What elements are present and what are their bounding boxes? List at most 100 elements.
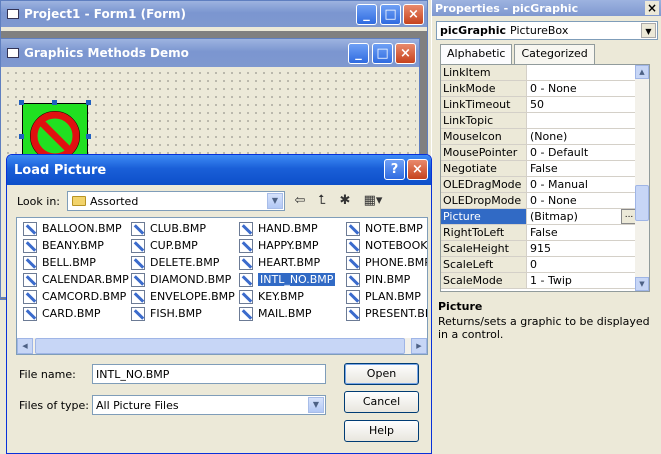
resize-handle[interactable]	[86, 100, 91, 105]
file-list[interactable]: BALLOON.BMP BEANY.BMP BELL.BMP CALENDAR.BMP…	[16, 217, 428, 355]
back-arrow-icon[interactable]: ⇦	[290, 192, 310, 210]
file-type-combo[interactable]: All Picture Files ▼	[92, 395, 326, 415]
property-row[interactable]: ScaleLeft 0	[441, 257, 637, 273]
minimize-button[interactable]: _	[356, 4, 377, 25]
file-item[interactable]: FISH.BMP	[131, 305, 237, 322]
file-item[interactable]: NOTE.BMP	[346, 220, 427, 237]
file-item[interactable]: BEANY.BMP	[23, 237, 131, 254]
property-value[interactable]: 0 - Default	[527, 145, 637, 160]
file-item[interactable]: DIAMOND.BMP	[131, 271, 237, 288]
view-menu-icon[interactable]: ▦▾	[359, 192, 387, 210]
tab-alphabetic[interactable]: Alphabetic	[440, 44, 513, 65]
file-item[interactable]: KEY.BMP	[239, 288, 337, 305]
property-value[interactable]: (None)	[527, 129, 637, 144]
help-icon[interactable]: ?	[384, 159, 405, 180]
form-minimize-button[interactable]: _	[348, 43, 369, 64]
form-close-button[interactable]: ×	[395, 43, 416, 64]
scroll-right-icon[interactable]: ▶	[411, 338, 427, 354]
file-item[interactable]: CAMCORD.BMP	[23, 288, 131, 305]
property-value[interactable]: 0 - None	[527, 193, 637, 208]
chevron-down-icon[interactable]: ▼	[267, 193, 283, 209]
cancel-button[interactable]: Cancel	[344, 391, 419, 413]
property-row[interactable]: OLEDragMode 0 - Manual	[441, 177, 637, 193]
property-row[interactable]: LinkMode 0 - None	[441, 81, 637, 97]
property-scrollbar[interactable]: ▲ ▼	[635, 65, 649, 291]
property-row[interactable]: LinkTimeout 50	[441, 97, 637, 113]
property-value[interactable]: 1 - Twip	[527, 273, 637, 288]
property-value[interactable]: 0 - None	[527, 81, 637, 96]
resize-handle[interactable]	[19, 100, 24, 105]
close-button[interactable]: ×	[403, 4, 424, 25]
property-row[interactable]: LinkItem	[441, 65, 637, 81]
look-in-combo[interactable]: Assorted ▼	[67, 191, 285, 211]
object-combo[interactable]: picGraphic PictureBox ▼	[436, 21, 658, 40]
property-value[interactable]	[527, 113, 637, 128]
properties-close-button[interactable]: ×	[645, 1, 659, 15]
chevron-down-icon[interactable]: ▼	[641, 23, 656, 38]
new-folder-icon[interactable]: ✱	[335, 192, 355, 210]
property-row[interactable]: LinkTopic	[441, 113, 637, 129]
property-value[interactable]: False	[527, 225, 637, 240]
bitmap-file-icon	[239, 272, 253, 287]
form-maximize-button[interactable]: □	[372, 43, 393, 64]
scroll-thumb[interactable]	[635, 185, 649, 221]
scroll-thumb[interactable]	[35, 338, 405, 354]
file-item[interactable]: ENVELOPE.BMP	[131, 288, 237, 305]
file-item[interactable]: CUP.BMP	[131, 237, 237, 254]
file-list-scrollbar[interactable]: ◀ ▶	[17, 338, 427, 354]
file-item[interactable]: HEART.BMP	[239, 254, 337, 271]
file-name-field[interactable]: INTL_NO.BMP	[92, 364, 326, 384]
properties-title-bar[interactable]: Properties - picGraphic	[432, 0, 661, 16]
scroll-left-icon[interactable]: ◀	[17, 338, 33, 354]
property-value[interactable]: 0 - Manual	[527, 177, 637, 192]
file-item[interactable]: NOTEBOOK.B	[346, 237, 427, 254]
file-item[interactable]: MAIL.BMP	[239, 305, 337, 322]
file-item[interactable]: INTL_NO.BMP	[239, 271, 337, 288]
property-name: OLEDragMode	[441, 177, 527, 192]
bitmap-file-icon	[131, 272, 145, 287]
property-value[interactable]: 0	[527, 257, 637, 272]
property-value[interactable]	[527, 65, 637, 80]
property-row[interactable]: OLEDropMode 0 - None	[441, 193, 637, 209]
scroll-up-icon[interactable]: ▲	[635, 65, 649, 79]
property-row[interactable]: ScaleHeight 915	[441, 241, 637, 257]
file-item[interactable]: BELL.BMP	[23, 254, 131, 271]
resize-handle[interactable]	[19, 134, 24, 139]
resize-handle[interactable]	[52, 100, 57, 105]
object-type: PictureBox	[510, 24, 569, 37]
tab-categorized[interactable]: Categorized	[514, 44, 595, 64]
scroll-down-icon[interactable]: ▼	[635, 277, 649, 291]
open-button[interactable]: Open	[344, 363, 419, 385]
file-item[interactable]: CALENDAR.BMP	[23, 271, 131, 288]
file-item[interactable]: PHONE.BMP	[346, 254, 427, 271]
property-row[interactable]: RightToLeft False	[441, 225, 637, 241]
property-value[interactable]: 50	[527, 97, 637, 112]
property-row[interactable]: Picture (Bitmap)...	[441, 209, 637, 225]
property-row[interactable]: ScaleMode 1 - Twip	[441, 273, 637, 289]
chevron-down-icon[interactable]: ▼	[308, 397, 324, 413]
dialog-title-bar[interactable]: Load Picture	[7, 155, 431, 185]
dialog-close-button[interactable]: ×	[407, 159, 428, 180]
property-value-text: 0 - None	[530, 82, 577, 95]
file-item[interactable]: BALLOON.BMP	[23, 220, 131, 237]
property-value[interactable]: (Bitmap)...	[527, 209, 637, 224]
dialog-title: Load Picture	[14, 162, 107, 178]
file-item[interactable]: DELETE.BMP	[131, 254, 237, 271]
property-value[interactable]: 915	[527, 241, 637, 256]
file-item[interactable]: HAPPY.BMP	[239, 237, 337, 254]
maximize-button[interactable]: □	[380, 4, 401, 25]
property-row[interactable]: MousePointer 0 - Default	[441, 145, 637, 161]
resize-handle[interactable]	[86, 134, 91, 139]
property-value[interactable]: False	[527, 161, 637, 176]
file-item[interactable]: PIN.BMP	[346, 271, 427, 288]
file-item[interactable]: HAND.BMP	[239, 220, 337, 237]
up-folder-icon[interactable]: ⮤	[312, 192, 332, 210]
property-row[interactable]: MouseIcon (None)	[441, 129, 637, 145]
file-item[interactable]: PRESENT.BMP	[346, 305, 427, 322]
file-item[interactable]: CLUB.BMP	[131, 220, 237, 237]
file-item[interactable]: PLAN.BMP	[346, 288, 427, 305]
file-item[interactable]: CARD.BMP	[23, 305, 131, 322]
property-row[interactable]: Negotiate False	[441, 161, 637, 177]
file-name: BEANY.BMP	[42, 239, 104, 252]
help-button[interactable]: Help	[344, 420, 419, 442]
